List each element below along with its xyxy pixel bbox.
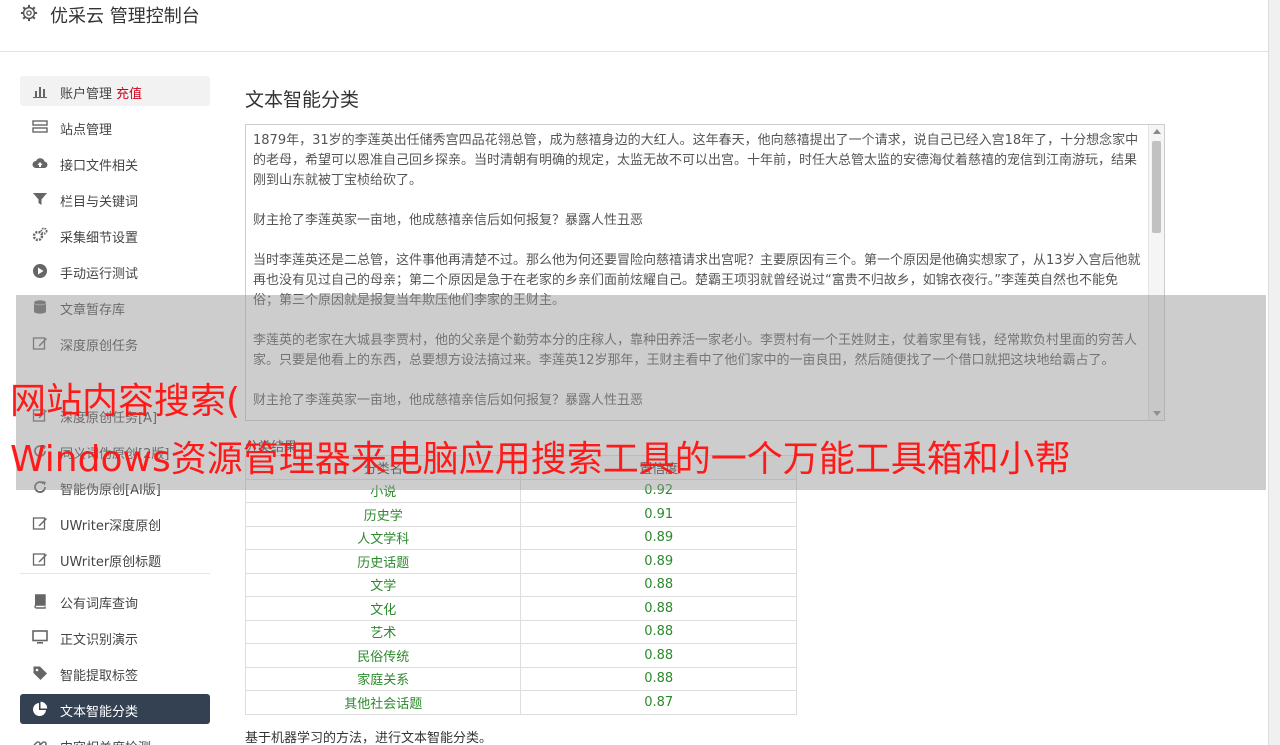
confidence-cell: 0.88 xyxy=(520,619,797,644)
sidebar-item-label: 栏目与关键词 xyxy=(60,195,139,210)
monitor-icon xyxy=(32,630,48,644)
server-icon xyxy=(32,120,48,133)
sidebar-item-public-lexicon[interactable]: 公有词库查询 xyxy=(20,586,210,616)
confidence-cell: 0.88 xyxy=(520,596,797,621)
category-cell: 艺术 xyxy=(244,619,522,644)
category-cell: 文化 xyxy=(244,596,522,621)
table-row: 文学 0.88 xyxy=(244,572,797,597)
sidebar-item-manual-run[interactable]: 手动运行测试 xyxy=(20,256,210,286)
sidebar-divider xyxy=(20,573,210,574)
table-row: 人文学科 0.89 xyxy=(244,525,797,550)
sidebar-item-label: 智能提取标签 xyxy=(60,669,139,684)
category-cell: 其他社会话题 xyxy=(244,690,522,715)
confidence-cell: 0.89 xyxy=(520,525,797,550)
app-title: 优采云 管理控制台 xyxy=(50,6,200,27)
play-circle-icon xyxy=(33,264,47,278)
edit-icon xyxy=(32,517,47,530)
sidebar-item-text-classify[interactable]: 文本智能分类 xyxy=(20,694,210,724)
sidebar-item-label: 采集细节设置 xyxy=(60,231,139,246)
category-cell: 家庭关系 xyxy=(244,666,522,691)
sidebar-item-collect-settings[interactable]: 采集细节设置 xyxy=(20,220,210,250)
table-row: 文化 0.88 xyxy=(244,596,797,621)
sidebar-item-label: 手动运行测试 xyxy=(60,267,139,282)
filter-icon xyxy=(33,193,47,205)
recharge-link[interactable]: 充值 xyxy=(116,87,142,102)
sidebar-item-columns-keywords[interactable]: 栏目与关键词 xyxy=(20,184,210,214)
sidebar-item-relevance-check[interactable]: 内容相关度检测 xyxy=(20,730,210,745)
bar-chart-icon xyxy=(33,87,47,98)
sidebar-item-label: 接口文件相关 xyxy=(60,159,139,174)
footnote: 基于机器学习的方法，进行文本智能分类。 xyxy=(245,731,493,745)
link-icon xyxy=(33,741,47,745)
edit-icon xyxy=(32,553,47,566)
table-row: 历史学 0.91 xyxy=(244,502,797,527)
confidence-cell: 0.87 xyxy=(520,690,797,715)
table-row: 民俗传统 0.88 xyxy=(244,643,797,668)
table-row: 历史话题 0.89 xyxy=(244,549,797,574)
sidebar-item-account[interactable]: 账户管理 充值 xyxy=(20,76,210,106)
category-cell: 历史话题 xyxy=(244,549,522,574)
gear-icon[interactable] xyxy=(20,4,38,22)
classification-table: 分类名 置信度 小说 0.92 历史学 0.91 人文学科 0.89 历史话题 0.89… xyxy=(244,455,797,715)
category-cell: 文学 xyxy=(244,572,522,597)
sidebar-item-label: UWriter原创标题 xyxy=(60,555,162,570)
confidence-cell: 0.88 xyxy=(520,643,797,668)
scroll-up-arrow-icon[interactable] xyxy=(1153,129,1161,134)
sidebar-item-label: 账户管理 xyxy=(60,87,113,102)
scroll-thumb[interactable] xyxy=(1152,141,1161,233)
pie-chart-icon xyxy=(33,701,48,716)
confidence-cell: 0.88 xyxy=(520,572,797,597)
page-scrollbar[interactable] xyxy=(1268,0,1280,745)
sidebar-item-label: 正文识别演示 xyxy=(60,633,139,648)
table-row: 艺术 0.88 xyxy=(244,619,797,644)
overlay-banner-line-1: 网站内容搜索( xyxy=(10,381,241,422)
text-paragraph: 1879年，31岁的李莲英出任储秀宫四品花翎总管，成为慈禧身边的大红人。这年春天… xyxy=(253,133,1139,188)
cloud-upload-icon xyxy=(32,158,48,169)
text-paragraph: 财主抢了李莲英家一亩地，他成慈禧亲信后如何报复？暴露人性丑恶 xyxy=(253,213,644,228)
sidebar-item-sites[interactable]: 站点管理 xyxy=(20,112,210,142)
overlay-banner-line-2: Windows资源管理器来电脑应用搜索工具的一个万能工具箱和小帮 xyxy=(10,439,1071,480)
confidence-cell: 0.89 xyxy=(520,549,797,574)
sidebar-item-interface-files[interactable]: 接口文件相关 xyxy=(20,148,210,178)
gears-icon xyxy=(32,227,48,242)
confidence-cell: 0.91 xyxy=(520,502,797,527)
sidebar-item-label: UWriter深度原创 xyxy=(60,519,162,534)
page-title: 文本智能分类 xyxy=(245,89,360,111)
confidence-cell: 0.88 xyxy=(520,666,797,691)
sidebar-item-label: 文本智能分类 xyxy=(60,705,139,720)
top-bar: 优采云 管理控制台 xyxy=(0,0,1268,52)
tag-icon xyxy=(33,666,47,680)
table-row: 其他社会话题 0.87 xyxy=(244,690,797,715)
book-icon xyxy=(34,594,46,609)
sidebar-item-uwriter-deep[interactable]: UWriter深度原创 xyxy=(20,508,210,538)
category-cell: 历史学 xyxy=(244,502,522,527)
category-cell: 人文学科 xyxy=(244,525,522,550)
sidebar-item-label: 内容相关度检测 xyxy=(60,737,151,745)
sidebar-item-uwriter-title[interactable]: UWriter原创标题 xyxy=(20,544,210,574)
sidebar-item-label: 站点管理 xyxy=(60,123,113,138)
table-row: 家庭关系 0.88 xyxy=(244,666,797,691)
category-cell: 民俗传统 xyxy=(244,643,522,668)
sidebar-item-text-recognition[interactable]: 正文识别演示 xyxy=(20,622,210,652)
sidebar-item-extract-tags[interactable]: 智能提取标签 xyxy=(20,658,210,688)
sidebar-item-label: 公有词库查询 xyxy=(60,597,139,612)
